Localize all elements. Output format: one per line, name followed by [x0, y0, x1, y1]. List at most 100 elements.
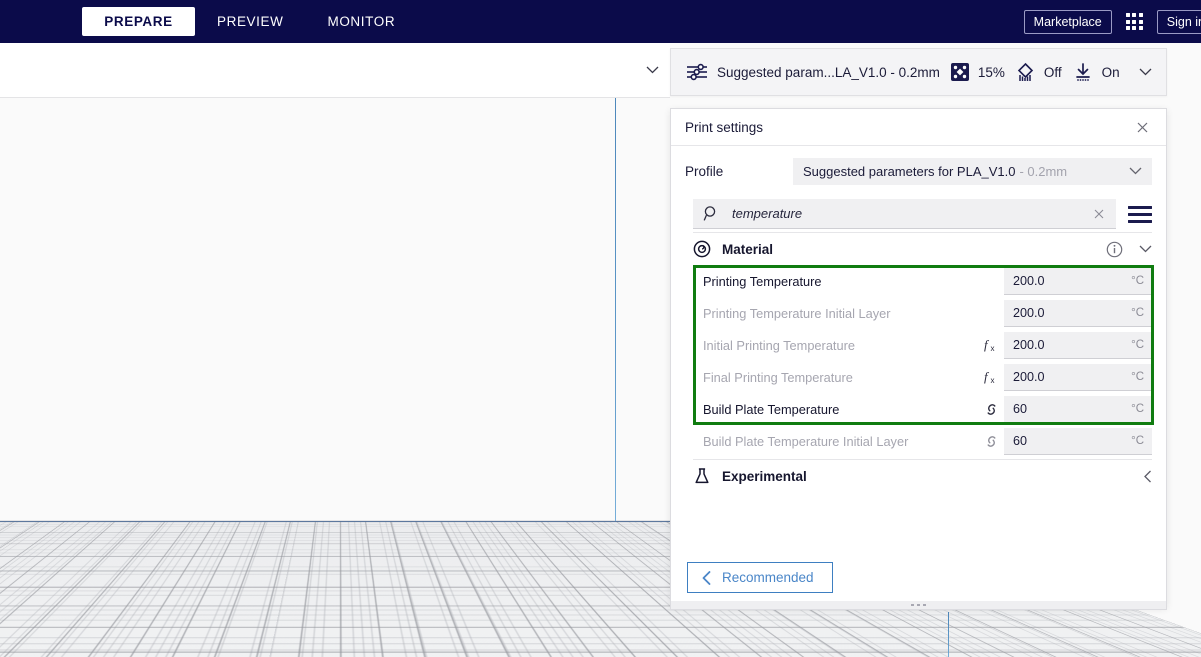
section-chevron-down-icon[interactable]	[1139, 245, 1152, 253]
section-header-experimental[interactable]: Experimental	[693, 459, 1152, 492]
setting-value-field[interactable]: 200.0 °C	[1004, 332, 1152, 359]
setting-row[interactable]: Build Plate Temperature Initial Layer 60…	[693, 425, 1152, 457]
profile-label: Profile	[685, 164, 793, 179]
build-volume-edge-line-right	[948, 612, 949, 657]
search-input[interactable]	[732, 206, 1078, 221]
chevron-left-icon	[702, 571, 711, 585]
panel-header: Print settings	[671, 109, 1166, 146]
setting-value: 200.0	[1013, 338, 1045, 352]
setting-value-field[interactable]: 60 °C	[1004, 428, 1152, 455]
viewport-context-bar	[0, 43, 670, 98]
recommended-button[interactable]: Recommended	[687, 562, 833, 593]
cura-window: PREPARE PREVIEW MONITOR Marketplace Sign…	[0, 0, 1201, 657]
section-chevron-left-icon[interactable]	[1144, 470, 1152, 483]
setting-value: 200.0	[1013, 306, 1045, 320]
svg-text:f: f	[984, 369, 990, 384]
setting-row[interactable]: Initial Printing Temperature f x 200.0 °…	[693, 329, 1152, 361]
section-header-material[interactable]: Material	[693, 232, 1152, 265]
build-volume-edge-line	[615, 91, 616, 521]
material-spool-icon	[693, 240, 711, 258]
search-row	[671, 196, 1166, 232]
panel-footer: Recommended	[671, 549, 1166, 606]
setting-unit: °C	[1131, 275, 1144, 287]
close-icon[interactable]	[1132, 117, 1152, 137]
summary-profile[interactable]: Suggested param...LA_V1.0 - 0.2mm	[685, 62, 940, 82]
summary-adhesion[interactable]: On	[1072, 62, 1120, 82]
summary-support-value: Off	[1044, 65, 1062, 80]
setting-value-field[interactable]: 200.0 °C	[1004, 364, 1152, 391]
tab-preview[interactable]: PREVIEW	[195, 7, 305, 36]
link-icon[interactable]	[978, 433, 1004, 450]
marketplace-button[interactable]: Marketplace	[1024, 10, 1112, 34]
search-icon	[703, 205, 720, 222]
tab-prepare-label: PREPARE	[104, 7, 172, 36]
setting-unit: °C	[1131, 307, 1144, 319]
section-title-experimental: Experimental	[722, 469, 807, 484]
setting-unit: °C	[1131, 435, 1144, 447]
svg-text:x: x	[991, 344, 995, 353]
setting-value: 200.0	[1013, 274, 1045, 288]
search-clear-close-icon[interactable]	[1090, 209, 1108, 219]
profile-row: Profile Suggested parameters for PLA_V1.…	[671, 146, 1166, 196]
svg-text:x: x	[991, 376, 995, 385]
sliders-icon	[685, 62, 709, 82]
section-title-material: Material	[722, 242, 773, 257]
setting-label: Printing Temperature Initial Layer	[693, 306, 978, 321]
setting-row[interactable]: Build Plate Temperature 60 °C	[693, 393, 1152, 425]
setting-value: 200.0	[1013, 370, 1045, 384]
summary-support[interactable]: Off	[1015, 62, 1062, 83]
support-icon	[1015, 62, 1036, 83]
setting-unit: °C	[1131, 371, 1144, 383]
panel-resize-grip[interactable]	[670, 601, 1167, 610]
tab-preview-label: PREVIEW	[217, 7, 283, 36]
svg-text:f: f	[984, 337, 990, 352]
top-navigation-bar: PREPARE PREVIEW MONITOR Marketplace Sign…	[0, 0, 1201, 43]
formula-fx-icon[interactable]: f x	[978, 369, 1004, 385]
main-tabs: PREPARE PREVIEW MONITOR	[82, 7, 417, 36]
top-bar-actions: Marketplace Sign in	[1024, 10, 1201, 34]
profile-select-value: Suggested parameters for PLA_V1.0	[803, 164, 1015, 179]
setting-row[interactable]: Final Printing Temperature f x 200.0 °C	[693, 361, 1152, 393]
profile-select[interactable]: Suggested parameters for PLA_V1.0 - 0.2m…	[793, 158, 1152, 185]
summary-infill[interactable]: 15%	[950, 62, 1005, 82]
profile-select-subvalue: - 0.2mm	[1019, 164, 1067, 179]
summary-expand-chevron-down-icon[interactable]	[1139, 68, 1166, 76]
setting-label: Final Printing Temperature	[693, 370, 978, 385]
flask-icon	[693, 467, 711, 485]
adhesion-icon	[1072, 62, 1094, 82]
context-collapse-chevron-down-icon[interactable]	[634, 43, 670, 98]
panel-title: Print settings	[685, 120, 763, 135]
print-settings-summary-bar[interactable]: Suggested param...LA_V1.0 - 0.2mm 15% Of…	[670, 48, 1167, 96]
setting-label: Build Plate Temperature Initial Layer	[693, 434, 978, 449]
infill-icon	[950, 62, 970, 82]
apps-grid-icon[interactable]	[1126, 13, 1143, 30]
setting-row[interactable]: Printing Temperature 200.0 °C	[693, 265, 1152, 297]
setting-unit: °C	[1131, 339, 1144, 351]
setting-value-field[interactable]: 60 °C	[1004, 396, 1152, 423]
chevron-down-icon	[1129, 167, 1142, 175]
settings-list: Printing Temperature 200.0 °C Printing T…	[693, 265, 1152, 457]
setting-value: 60	[1013, 402, 1027, 416]
hamburger-menu-icon[interactable]	[1128, 206, 1152, 223]
setting-value-field[interactable]: 200.0 °C	[1004, 268, 1152, 295]
recommended-button-label: Recommended	[722, 570, 814, 585]
formula-fx-icon[interactable]: f x	[978, 337, 1004, 353]
summary-profile-text: Suggested param...LA_V1.0 - 0.2mm	[717, 65, 940, 80]
setting-label: Printing Temperature	[693, 274, 978, 289]
tab-monitor-label: MONITOR	[327, 7, 395, 36]
link-icon[interactable]	[978, 401, 1004, 418]
tab-monitor[interactable]: MONITOR	[305, 7, 417, 36]
print-settings-panel: Print settings Profile Suggested paramet…	[670, 108, 1167, 607]
setting-label: Build Plate Temperature	[693, 402, 978, 417]
setting-label: Initial Printing Temperature	[693, 338, 978, 353]
summary-infill-value: 15%	[978, 65, 1005, 80]
setting-value-field[interactable]: 200.0 °C	[1004, 300, 1152, 327]
sign-in-button[interactable]: Sign in	[1157, 10, 1201, 34]
setting-row[interactable]: Printing Temperature Initial Layer 200.0…	[693, 297, 1152, 329]
tab-prepare[interactable]: PREPARE	[82, 7, 195, 36]
summary-adhesion-value: On	[1102, 65, 1120, 80]
setting-value: 60	[1013, 434, 1027, 448]
info-icon[interactable]	[1106, 241, 1123, 258]
search-box[interactable]	[693, 199, 1116, 229]
setting-unit: °C	[1131, 403, 1144, 415]
